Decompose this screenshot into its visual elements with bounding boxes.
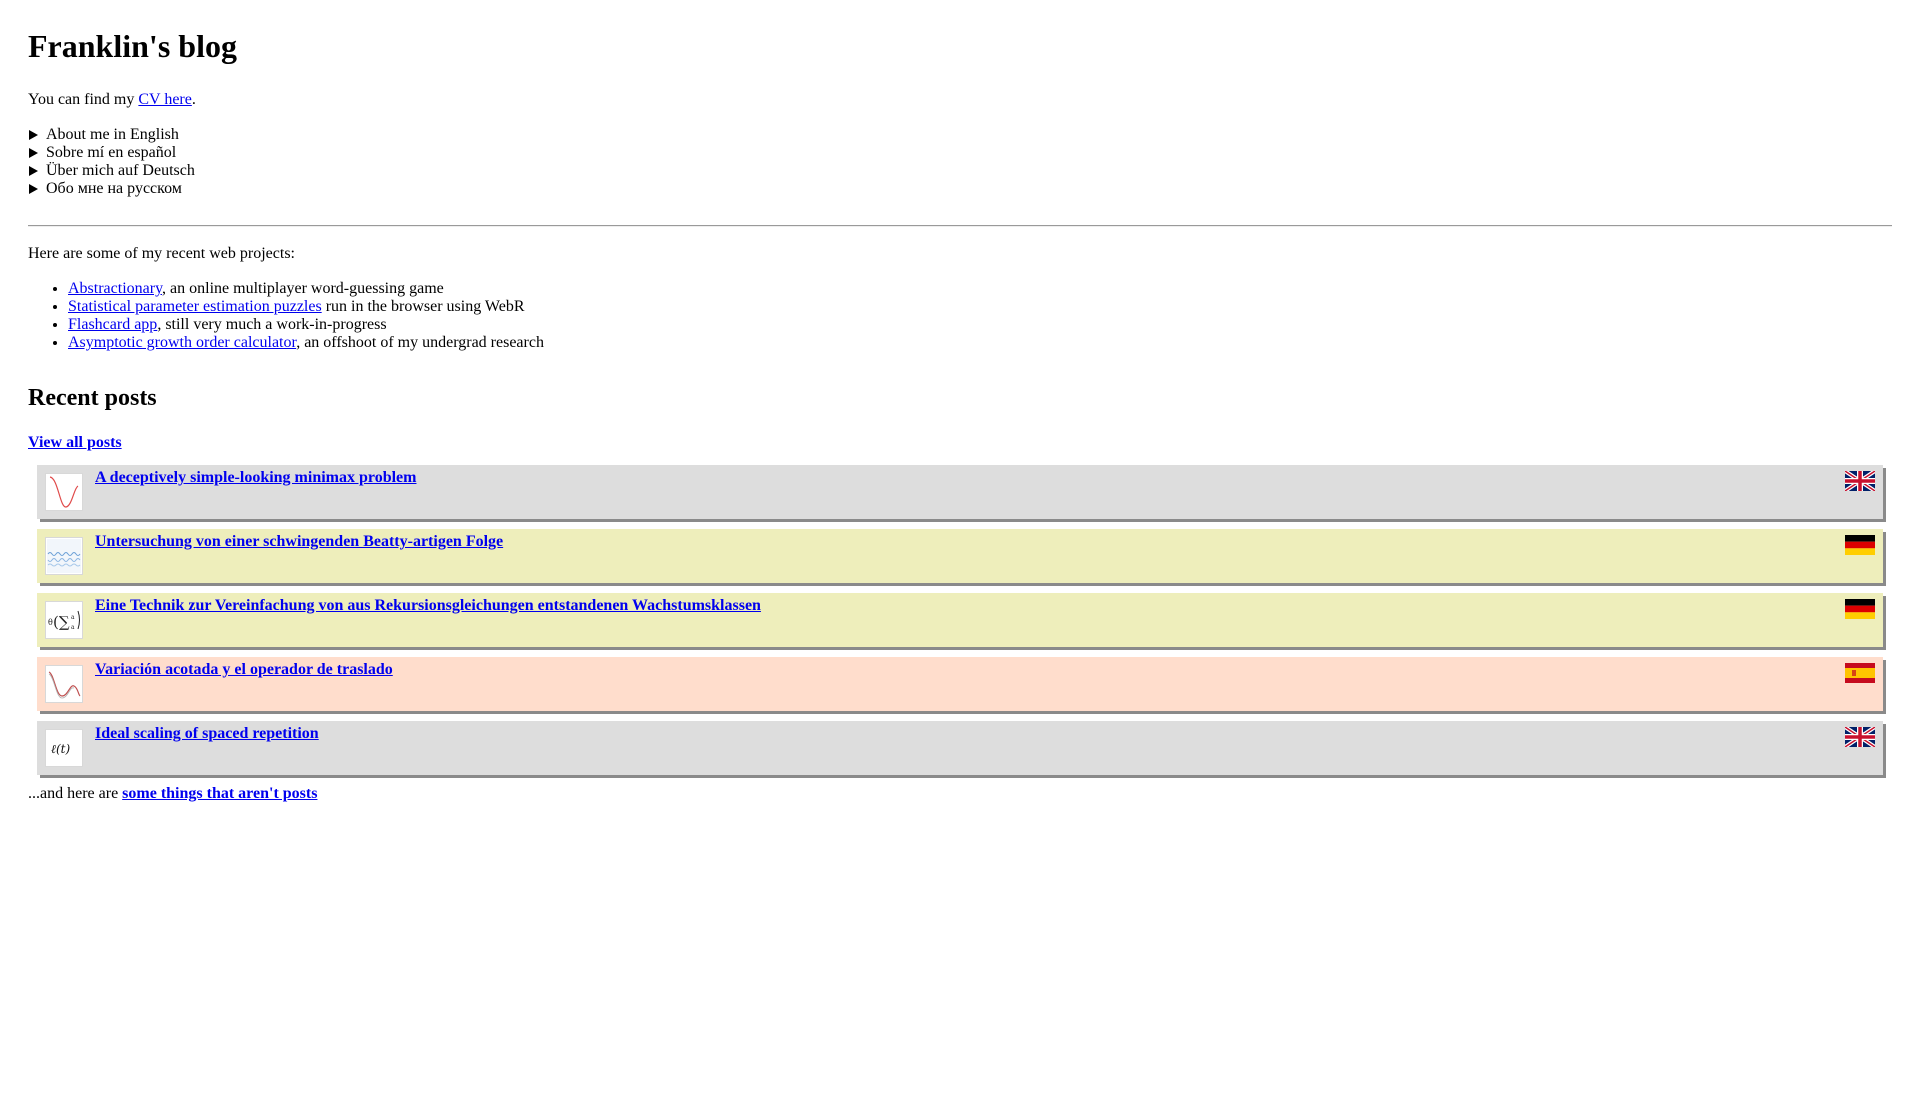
project-description: , an offshoot of my undergrad research <box>296 334 544 351</box>
about-russian-label: Обо мне на русском <box>46 180 182 197</box>
non-posts-link[interactable]: some things that aren't posts <box>122 785 317 802</box>
post-card[interactable]: θ (∑ a a Eine Technik zur Vereinfachung … <box>37 593 1883 647</box>
project-description: run in the browser using WebR <box>321 298 525 315</box>
about-spanish-summary[interactable]: Sobre mí en español <box>28 144 1892 162</box>
post-title-link[interactable]: Variación acotada y el operador de trasl… <box>95 661 393 679</box>
page-title: Franklin's blog <box>28 28 237 64</box>
formula-thumb-icon: θ (∑ a a <box>45 601 83 639</box>
footer-prefix: ...and here are <box>28 785 123 802</box>
disclosure-triangle-icon <box>29 148 38 158</box>
cv-prefix: You can find my <box>28 91 139 108</box>
uk-flag-icon <box>1843 469 1877 493</box>
oscillation-thumb-icon <box>45 537 83 575</box>
post-title-link[interactable]: Untersuchung von einer schwingenden Beat… <box>95 533 503 551</box>
list-item: Abstractionary, an online multiplayer wo… <box>68 280 1892 298</box>
list-item: Asymptotic growth order calculator, an o… <box>68 334 1892 352</box>
es-flag-icon <box>1845 663 1875 683</box>
view-all-posts-link[interactable]: View all posts <box>28 434 122 452</box>
de-flag-icon <box>1845 599 1875 619</box>
cv-line: You can find my CV here. <box>28 91 1892 109</box>
projects-list: Abstractionary, an online multiplayer wo… <box>28 280 1892 352</box>
recent-posts-heading: Recent posts <box>28 385 157 411</box>
formula-frac-top: a <box>71 614 75 621</box>
cv-link[interactable]: CV here <box>138 91 191 108</box>
about-spanish-label: Sobre mí en español <box>46 144 177 161</box>
about-me-list: About me in English Sobre mí en español … <box>28 126 1892 198</box>
posts-list: A deceptively simple-looking minimax pro… <box>28 465 1892 775</box>
list-item: Flashcard app, still very much a work-in… <box>68 316 1892 334</box>
formula-sum: (∑ <box>53 613 70 631</box>
about-english-summary[interactable]: About me in English <box>28 126 1892 144</box>
disclosure-triangle-icon <box>29 184 38 194</box>
post-title-link[interactable]: A deceptively simple-looking minimax pro… <box>95 469 416 487</box>
formula-frac-bottom: a <box>71 624 75 631</box>
ell-thumb-icon: ℓ(t) <box>45 729 83 767</box>
curve-thumb-icon <box>45 473 83 511</box>
list-item: Statistical parameter estimation puzzles… <box>68 298 1892 316</box>
post-title-link[interactable]: Eine Technik zur Vereinfachung von aus R… <box>95 597 761 615</box>
cv-suffix: . <box>191 91 196 108</box>
about-german-label: Über mich auf Deutsch <box>46 162 195 179</box>
ell-formula: ℓ(t) <box>51 742 71 756</box>
post-title-link[interactable]: Ideal scaling of spaced repetition <box>95 725 319 743</box>
post-card[interactable]: Untersuchung von einer schwingenden Beat… <box>37 529 1883 583</box>
de-flag-icon <box>1845 535 1875 555</box>
post-card[interactable]: Variación acotada y el operador de trasl… <box>37 657 1883 711</box>
about-english-label: About me in English <box>46 126 179 143</box>
projects-intro: Here are some of my recent web projects: <box>28 245 295 262</box>
post-card[interactable]: A deceptively simple-looking minimax pro… <box>37 465 1883 519</box>
post-card[interactable]: ℓ(t) Ideal scaling of spaced repetition <box>37 721 1883 775</box>
disclosure-triangle-icon <box>29 130 38 140</box>
divider <box>28 225 1892 227</box>
project-description: , still very much a work-in-progress <box>157 316 387 333</box>
disclosure-triangle-icon <box>29 166 38 176</box>
project-description: , an online multiplayer word-guessing ga… <box>162 280 444 297</box>
project-link-estimation-puzzles[interactable]: Statistical parameter estimation puzzles <box>68 298 322 315</box>
about-russian-summary[interactable]: Обо мне на русском <box>28 180 1892 198</box>
project-link-flashcard-app[interactable]: Flashcard app <box>68 316 157 333</box>
wave-thumb-icon <box>45 665 83 703</box>
project-link-abstractionary[interactable]: Abstractionary <box>68 280 162 297</box>
project-link-growth-calculator[interactable]: Asymptotic growth order calculator <box>68 334 296 351</box>
uk-flag-icon <box>1843 725 1877 749</box>
footer-line: ...and here are some things that aren't … <box>28 785 1892 803</box>
about-german-summary[interactable]: Über mich auf Deutsch <box>28 162 1892 180</box>
